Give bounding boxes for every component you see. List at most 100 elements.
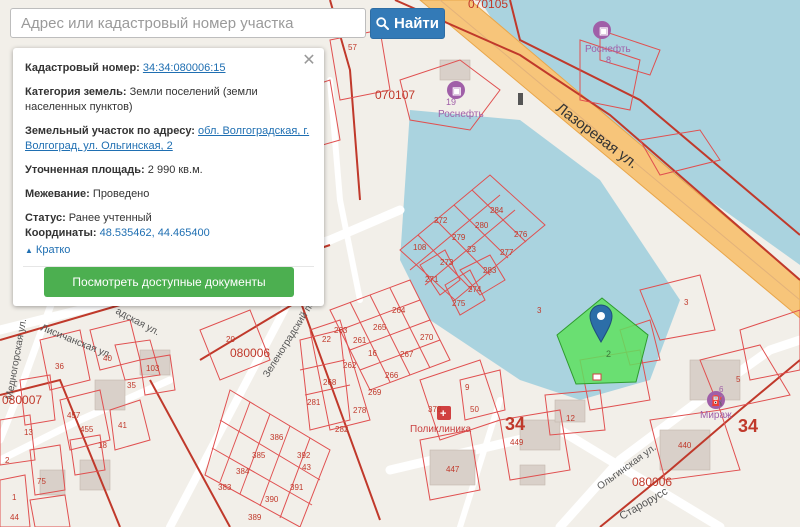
area-label: Уточненная площадь: <box>25 164 145 176</box>
poi-rosneft-top: Роснефть <box>585 43 631 55</box>
parcel-label: 3 <box>684 298 689 307</box>
parcel-label: 457 <box>67 411 81 420</box>
parcel-label: 272 <box>434 216 448 225</box>
coords-row: Координаты: 48.535462, 44.465400 <box>25 226 312 241</box>
traffic-light-icon <box>518 93 523 105</box>
search-input[interactable] <box>11 9 365 37</box>
poi-polyclinic: Поликлиника <box>410 424 472 435</box>
parcel-label: 262 <box>343 361 357 370</box>
parcel-label: 389 <box>248 513 262 522</box>
parcel-label: 284 <box>490 206 504 215</box>
parcel-label: 392 <box>297 451 311 460</box>
parcel-label: 270 <box>420 333 434 342</box>
parcel-label: 268 <box>323 378 337 387</box>
parcel-label: 276 <box>514 230 528 239</box>
parcel-label: 383 <box>218 483 232 492</box>
poi-mirazh-num: 6 <box>719 385 724 394</box>
parcel-label: 44 <box>10 513 19 522</box>
parcel-label: 384 <box>236 467 250 476</box>
parcel-label: 23 <box>467 245 476 254</box>
poi-rosneft-top-num: 8 <box>606 55 611 65</box>
parcel-label: 50 <box>470 405 479 414</box>
coords-label: Координаты: <box>25 227 97 239</box>
parcel-info-popup: ✕ Кадастровый номер: 34:34:080006:15 Кат… <box>13 48 324 306</box>
search-button-label: Найти <box>394 15 439 32</box>
parcel-label: 36 <box>55 362 64 371</box>
category-label: Категория земель: <box>25 86 127 98</box>
address-row: Земельный участок по адресу: обл. Волгог… <box>25 124 312 154</box>
cadastral-row: Кадастровый номер: 34:34:080006:15 <box>25 61 312 76</box>
quarter-34-right: 34 <box>738 416 758 436</box>
quarter-34-center: 34 <box>505 414 525 434</box>
parcel-label: 455 <box>80 425 94 434</box>
parcel-label: 263 <box>334 326 348 335</box>
collapse-toggle[interactable]: ▲ Кратко <box>25 243 312 258</box>
survey-value: Проведено <box>92 188 150 200</box>
parcel-label: 273 <box>440 258 454 267</box>
search-button[interactable]: Найти <box>370 8 445 39</box>
district-080007: 080007 <box>2 393 42 407</box>
parcel-label: 18 <box>98 441 107 450</box>
address-label: Земельный участок по адресу: <box>25 125 195 137</box>
parcel-label: 274 <box>468 285 482 294</box>
parcel-label: 279 <box>452 233 466 242</box>
parcel-label: 5 <box>736 375 741 384</box>
parcel-label: 266 <box>385 371 399 380</box>
parcel-label: 278 <box>353 406 367 415</box>
parcel-label: 16 <box>368 349 377 358</box>
parcel-label: 281 <box>307 398 321 407</box>
cadastral-label: Кадастровый номер: <box>25 62 140 74</box>
parcel-label: 264 <box>392 306 406 315</box>
parcel-label: 280 <box>475 221 489 230</box>
status-value: Ранее учтенный <box>68 212 152 224</box>
parcel-label: 386 <box>270 433 284 442</box>
district-080006-right: 080006 <box>632 475 672 489</box>
parcel-label: 440 <box>678 441 692 450</box>
svg-text:▣: ▣ <box>599 26 608 37</box>
area-value: 2 990 кв.м. <box>147 164 203 176</box>
district-080006-left: 080006 <box>230 346 270 360</box>
parcel-label: 267 <box>400 350 414 359</box>
parcel-label: 391 <box>290 483 304 492</box>
parcel-label: 2 <box>5 456 10 465</box>
view-documents-button[interactable]: Посмотреть доступные документы <box>44 267 294 297</box>
parcel-label: 269 <box>368 388 382 397</box>
parcel-label: 43 <box>302 463 311 472</box>
svg-text:▣: ▣ <box>452 86 461 97</box>
parcel-label: 261 <box>353 336 367 345</box>
coords-link[interactable]: 48.535462, 44.465400 <box>100 227 210 239</box>
search-box <box>10 8 366 38</box>
small-building <box>592 373 602 381</box>
survey-label: Межевание: <box>25 188 90 200</box>
parcel-label: 390 <box>265 495 279 504</box>
parcel-label: 108 <box>413 243 427 252</box>
survey-row: Межевание: Проведено <box>25 187 312 202</box>
parcel-label: 20 <box>226 335 235 344</box>
parcel-label: 283 <box>483 266 497 275</box>
status-row: Статус: Ранее учтенный <box>25 211 312 226</box>
parcel-label: 385 <box>252 451 266 460</box>
parcel-label: 40 <box>103 354 112 363</box>
status-label: Статус: <box>25 212 66 224</box>
parcel-label: 12 <box>566 414 575 423</box>
parcel-label: 265 <box>373 323 387 332</box>
parcel-label: 378 <box>428 405 442 414</box>
search-icon <box>376 17 390 30</box>
parcel-label: 449 <box>510 438 524 447</box>
parcel-label: 3 <box>537 306 542 315</box>
parcel-label: 35 <box>127 381 136 390</box>
district-070107: 070107 <box>375 88 415 102</box>
rosneft-top-icon[interactable]: ▣ <box>593 21 611 39</box>
parcel-label: 103 <box>146 364 160 373</box>
parcel-label: 282 <box>335 425 349 434</box>
poi-rosneft-mid-num: 19 <box>446 97 456 107</box>
parcel-label: 75 <box>37 477 46 486</box>
category-row: Категория земель: Земли поселений (земли… <box>25 85 312 115</box>
parcel-label: 57 <box>348 43 357 52</box>
area-row: Уточненная площадь: 2 990 кв.м. <box>25 163 312 178</box>
cadastral-link[interactable]: 34:34:080006:15 <box>143 62 226 74</box>
poi-rosneft-mid: Роснефть <box>438 108 484 120</box>
parcel-label: 277 <box>500 248 514 257</box>
parcel-label: 41 <box>118 421 127 430</box>
close-icon[interactable]: ✕ <box>302 53 316 69</box>
